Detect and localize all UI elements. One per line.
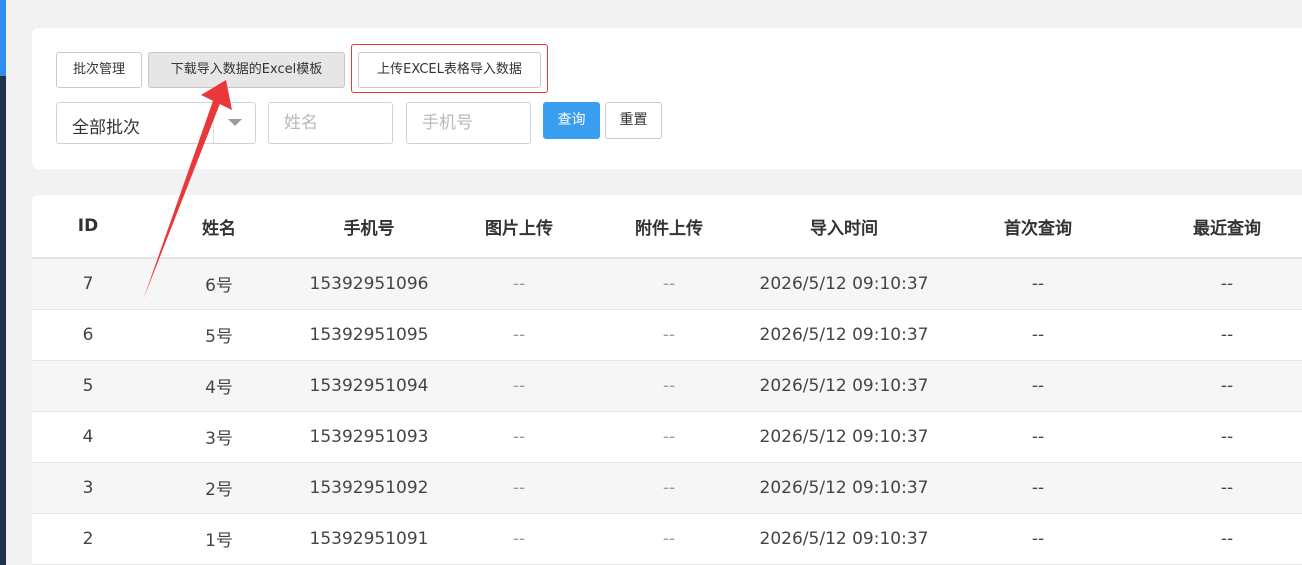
cell-last-query: --: [1132, 258, 1302, 310]
cell-id: 7: [32, 258, 144, 310]
cell-import-time: 2026/5/12 09:10:37: [744, 513, 944, 565]
cell-name: 1号: [144, 513, 294, 565]
cell-attachment: --: [594, 360, 744, 412]
cell-name: 2号: [144, 462, 294, 514]
cell-id: 4: [32, 411, 144, 463]
cell-attachment: --: [594, 258, 744, 310]
cell-last-query: --: [1132, 513, 1302, 565]
cell-name: 3号: [144, 411, 294, 463]
column-header[interactable]: 首次查询: [944, 195, 1132, 259]
cell-last-query: --: [1132, 462, 1302, 514]
cell-import-time: 2026/5/12 09:10:37: [744, 411, 944, 463]
column-header[interactable]: ID: [32, 195, 144, 259]
cell-import-time: 2026/5/12 09:10:37: [744, 360, 944, 412]
reset-button[interactable]: 重置: [605, 102, 662, 139]
cell-phone: 15392951094: [294, 360, 444, 412]
cell-id: 6: [32, 309, 144, 361]
cell-name: 6号: [144, 258, 294, 310]
toolbar-panel: 批次管理 下载导入数据的Excel模板 上传EXCEL表格导入数据 全部批次 查…: [32, 28, 1302, 169]
table-row[interactable]: 4 3号 15392951093 -- -- 2026/5/12 09:10:3…: [32, 411, 1302, 463]
cell-image: --: [444, 258, 594, 310]
download-template-button[interactable]: 下载导入数据的Excel模板: [148, 52, 345, 88]
cell-id: 3: [32, 462, 144, 514]
batch-management-button[interactable]: 批次管理: [56, 52, 142, 88]
cell-name: 5号: [144, 309, 294, 361]
cell-first-query: --: [944, 309, 1132, 361]
cell-phone: 15392951091: [294, 513, 444, 565]
name-input[interactable]: [268, 102, 393, 144]
cell-first-query: --: [944, 360, 1132, 412]
cell-image: --: [444, 513, 594, 565]
table-row[interactable]: 6 5号 15392951095 -- -- 2026/5/12 09:10:3…: [32, 309, 1302, 361]
cell-attachment: --: [594, 411, 744, 463]
cell-import-time: 2026/5/12 09:10:37: [744, 462, 944, 514]
table-row[interactable]: 3 2号 15392951092 -- -- 2026/5/12 09:10:3…: [32, 462, 1302, 514]
cell-first-query: --: [944, 411, 1132, 463]
cell-id: 2: [32, 513, 144, 565]
table-header-row: ID 姓名 手机号 图片上传 附件上传 导入时间 首次查询 最近查询: [32, 195, 1302, 259]
query-button[interactable]: 查询: [543, 102, 600, 139]
sidebar-edge: [0, 0, 6, 565]
phone-input[interactable]: [406, 102, 531, 144]
cell-attachment: --: [594, 462, 744, 514]
cell-phone: 15392951092: [294, 462, 444, 514]
select-divider: [213, 103, 214, 143]
cell-image: --: [444, 411, 594, 463]
column-header[interactable]: 姓名: [144, 195, 294, 259]
cell-import-time: 2026/5/12 09:10:37: [744, 309, 944, 361]
caret-down-icon[interactable]: [228, 119, 242, 126]
batch-select-value: 全部批次: [72, 118, 140, 138]
column-header[interactable]: 最近查询: [1132, 195, 1302, 259]
sidebar-active-indicator: [0, 0, 6, 76]
cell-attachment: --: [594, 309, 744, 361]
cell-phone: 15392951093: [294, 411, 444, 463]
data-table-panel: ID 姓名 手机号 图片上传 附件上传 导入时间 首次查询 最近查询 7 6号 …: [32, 195, 1302, 565]
table-row[interactable]: 5 4号 15392951094 -- -- 2026/5/12 09:10:3…: [32, 360, 1302, 412]
cell-name: 4号: [144, 360, 294, 412]
cell-id: 5: [32, 360, 144, 412]
table-row[interactable]: 7 6号 15392951096 -- -- 2026/5/12 09:10:3…: [32, 258, 1302, 310]
cell-image: --: [444, 309, 594, 361]
cell-first-query: --: [944, 462, 1132, 514]
cell-last-query: --: [1132, 309, 1302, 361]
data-table: ID 姓名 手机号 图片上传 附件上传 导入时间 首次查询 最近查询 7 6号 …: [32, 195, 1302, 565]
cell-last-query: --: [1132, 411, 1302, 463]
cell-image: --: [444, 360, 594, 412]
cell-first-query: --: [944, 513, 1132, 565]
cell-first-query: --: [944, 258, 1132, 310]
column-header[interactable]: 图片上传: [444, 195, 594, 259]
column-header[interactable]: 附件上传: [594, 195, 744, 259]
column-header[interactable]: 导入时间: [744, 195, 944, 259]
cell-phone: 15392951095: [294, 309, 444, 361]
cell-phone: 15392951096: [294, 258, 444, 310]
upload-excel-button[interactable]: 上传EXCEL表格导入数据: [358, 52, 541, 88]
cell-import-time: 2026/5/12 09:10:37: [744, 258, 944, 310]
table-row[interactable]: 2 1号 15392951091 -- -- 2026/5/12 09:10:3…: [32, 513, 1302, 565]
cell-last-query: --: [1132, 360, 1302, 412]
cell-image: --: [444, 462, 594, 514]
cell-attachment: --: [594, 513, 744, 565]
column-header[interactable]: 手机号: [294, 195, 444, 259]
batch-select[interactable]: 全部批次: [56, 102, 256, 144]
